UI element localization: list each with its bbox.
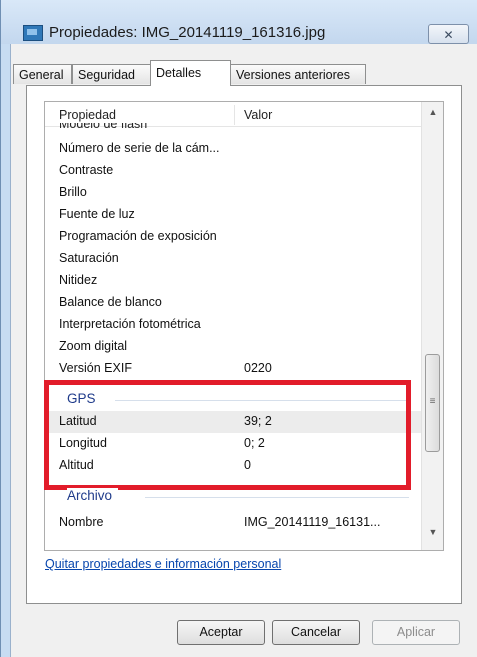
scroll-down-arrow-icon[interactable]: ▼: [422, 522, 443, 542]
list-item[interactable]: Saturación: [45, 248, 421, 270]
property-name: Fuente de luz: [59, 207, 135, 221]
title-bar[interactable]: Propiedades: IMG_20141119_161316.jpg ✕: [1, 0, 477, 44]
image-file-icon: [23, 25, 43, 41]
window-title: Propiedades: IMG_20141119_161316.jpg: [49, 24, 326, 41]
list-item[interactable]: Interpretación fotométrica: [45, 314, 421, 336]
vertical-scrollbar[interactable]: ▲ ≡ ▼: [421, 102, 443, 550]
property-name: Zoom digital: [59, 339, 128, 353]
properties-list[interactable]: Propiedad Valor Modelo de flash Número d…: [44, 101, 444, 551]
property-value: 0220: [244, 361, 272, 375]
property-value: 0: [244, 458, 251, 472]
list-item[interactable]: Brillo: [45, 182, 421, 204]
apply-button[interactable]: Aplicar: [372, 620, 460, 645]
property-name: Nombre: [59, 515, 104, 529]
scroll-up-arrow-icon[interactable]: ▲: [422, 102, 443, 122]
list-item[interactable]: Nitidez: [45, 270, 421, 292]
property-name: Interpretación fotométrica: [59, 317, 201, 331]
column-header-property[interactable]: Propiedad: [59, 108, 116, 122]
list-item[interactable]: Contraste: [45, 160, 421, 182]
group-label: Archivo: [67, 488, 119, 503]
group-header-gps: GPS: [45, 389, 421, 411]
property-name: Programación de exposición: [59, 229, 217, 243]
tab-seguridad[interactable]: Seguridad: [72, 64, 151, 84]
column-separator[interactable]: [234, 105, 235, 125]
scrollbar-thumb[interactable]: ≡: [425, 354, 440, 452]
property-name: Saturación: [59, 251, 119, 265]
list-item-altitud[interactable]: Altitud 0: [45, 455, 421, 477]
property-name: Contraste: [59, 163, 114, 177]
tab-versiones-anteriores[interactable]: Versiones anteriores: [230, 64, 366, 84]
property-name: Nitidez: [59, 273, 98, 287]
group-header-archivo: Archivo: [45, 486, 421, 508]
list-item[interactable]: Zoom digital: [45, 336, 421, 358]
remove-properties-link[interactable]: Quitar propiedades e información persona…: [45, 557, 281, 571]
group-divider: [145, 497, 409, 498]
list-item[interactable]: Versión EXIF 0220: [45, 358, 421, 380]
column-header-value[interactable]: Valor: [244, 108, 272, 122]
property-name: Altitud: [59, 458, 94, 472]
property-value: 39; 2: [244, 414, 272, 428]
group-divider: [115, 400, 409, 401]
property-name: Longitud: [59, 436, 107, 450]
list-item[interactable]: Balance de blanco: [45, 292, 421, 314]
list-item[interactable]: Número de serie de la cám...: [45, 138, 421, 160]
list-item-longitud[interactable]: Longitud 0; 2: [45, 433, 421, 455]
tab-general[interactable]: General: [13, 64, 72, 84]
property-value: 0; 2: [244, 436, 265, 450]
list-item-cut-off: Modelo de flash: [59, 123, 148, 131]
property-value: IMG_20141119_16131...: [244, 515, 381, 529]
tab-detalles[interactable]: Detalles: [150, 60, 231, 86]
property-name: Brillo: [59, 185, 87, 199]
list-item-latitud[interactable]: Latitud 39; 2: [45, 411, 421, 433]
property-name: Latitud: [59, 414, 97, 428]
property-name: Versión EXIF: [59, 361, 132, 375]
close-button[interactable]: ✕: [428, 24, 469, 44]
cancel-button[interactable]: Cancelar: [272, 620, 360, 645]
property-name: Balance de blanco: [59, 295, 162, 309]
property-name: Número de serie de la cám...: [59, 141, 220, 155]
list-item-nombre[interactable]: Nombre IMG_20141119_16131...: [45, 512, 421, 534]
list-item[interactable]: Fuente de luz: [45, 204, 421, 226]
group-label: GPS: [67, 391, 102, 406]
ok-button[interactable]: Aceptar: [177, 620, 265, 645]
list-item[interactable]: Programación de exposición: [45, 226, 421, 248]
